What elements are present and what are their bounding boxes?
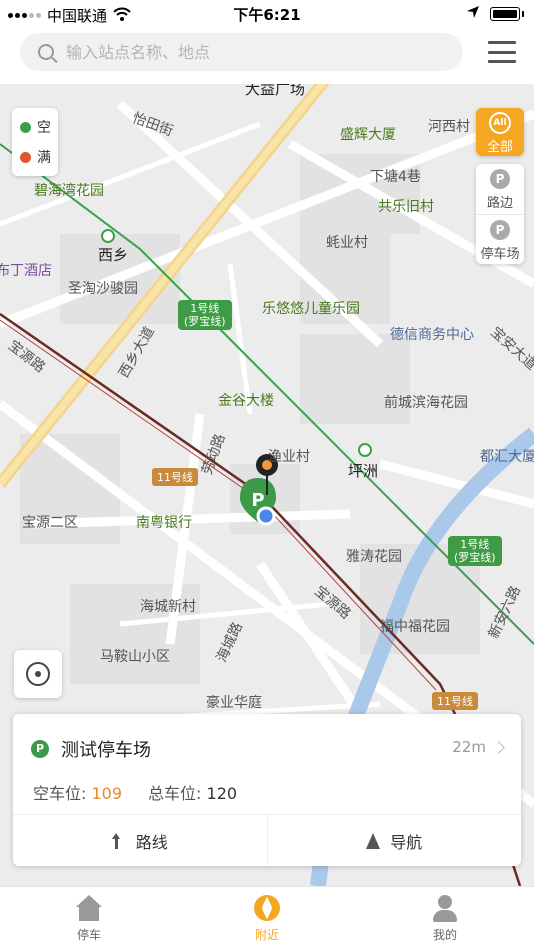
route-button[interactable]: 路线 — [13, 815, 267, 866]
status-right — [466, 5, 524, 23]
parking-icon: P — [490, 220, 510, 240]
distance-value: 22m — [452, 738, 486, 756]
menu-icon[interactable] — [488, 41, 516, 63]
search-input[interactable] — [66, 42, 426, 62]
legend-item-full: 满 — [12, 142, 58, 172]
map-place: 圣淘沙骏园 — [68, 281, 138, 297]
map-place: 渔业村 — [268, 449, 310, 465]
filter-all-button[interactable]: All 全部 — [476, 108, 524, 156]
free-label: 空车位: — [33, 784, 87, 803]
locate-me-button[interactable] — [14, 650, 62, 698]
map-place: 大益广场 — [245, 84, 306, 98]
map-place: 蚝业村 — [326, 235, 368, 251]
user-location — [256, 506, 276, 526]
map-place: 马鞍山小区 — [100, 649, 170, 665]
parking-info-card[interactable]: P 测试停车场 22m 空车位: 109 总车位: 120 路线 导航 — [13, 714, 521, 866]
metro-line11-tag: 11号线 — [152, 468, 198, 486]
filter-roadside-label: 路边 — [486, 196, 513, 211]
filter-all-label: 全部 — [486, 140, 513, 155]
filter-roadside-button[interactable]: P 路边 — [476, 164, 524, 214]
total-spaces: 总车位: 120 — [148, 780, 237, 804]
filter-lot-button[interactable]: P 停车场 — [476, 214, 524, 264]
legend-label: 空 — [37, 120, 51, 136]
map-place: 西乡 — [98, 246, 129, 264]
map-place: 共乐旧村 — [378, 199, 434, 215]
legend-item-free: 空 — [12, 112, 58, 142]
map-place: 豪业华庭 — [206, 695, 262, 711]
map-place: 河西村 — [428, 119, 470, 135]
map-place: 宝源二区 — [22, 515, 78, 531]
status-time: 下午6:21 — [233, 6, 301, 24]
free-spaces: 空车位: 109 — [33, 780, 122, 804]
chevron-right-icon — [492, 740, 505, 754]
map-place: 金谷大楼 — [218, 393, 274, 409]
map-place: 坪洲 — [348, 462, 379, 480]
map-place: 前城滨海花园 — [384, 395, 468, 411]
search-icon — [38, 44, 54, 60]
tab-nearby[interactable]: 附近 — [178, 887, 356, 950]
tab-label: 我的 — [432, 928, 457, 942]
distance-link[interactable]: 22m — [452, 738, 505, 756]
filter-group: P 路边 P 停车场 — [476, 164, 524, 264]
map-place: 都汇大厦 — [480, 449, 534, 465]
search-bar[interactable] — [20, 33, 463, 71]
navigation-arrow-icon — [366, 832, 381, 849]
battery-icon — [490, 7, 520, 21]
battery-tip — [522, 11, 524, 17]
metro-line11-tag: 11号线 — [432, 692, 478, 710]
map-place: 下塘4巷 — [370, 169, 421, 185]
user-icon — [430, 895, 460, 923]
metro-line1-tag: 1号线 (罗宝线) — [178, 300, 232, 330]
bottom-tab-bar: 停车 附近 我的 — [0, 886, 534, 950]
map-place: 海城新村 — [140, 599, 196, 615]
map-place: 碧海湾花园 — [34, 183, 104, 199]
route-label: 路线 — [135, 832, 168, 852]
navigate-label: 导航 — [390, 832, 423, 852]
free-value: 109 — [91, 784, 123, 803]
card-header: P 测试停车场 — [31, 736, 151, 762]
tab-mine[interactable]: 我的 — [356, 887, 534, 950]
navigate-button[interactable]: 导航 — [266, 815, 522, 866]
locate-dot — [35, 671, 41, 677]
card-actions: 路线 导航 — [13, 814, 521, 866]
map-place: 南粤银行 — [136, 515, 192, 531]
tab-parking[interactable]: 停车 — [0, 887, 178, 950]
parking-icon: P — [31, 740, 49, 758]
map-place: 福中福花园 — [380, 619, 450, 635]
legend-label: 满 — [37, 150, 51, 166]
home-icon — [74, 895, 104, 923]
all-badge: All — [489, 112, 511, 134]
parking-name: 测试停车场 — [61, 740, 151, 761]
availability-legend: 空 满 — [12, 108, 58, 176]
map-place: 布丁酒店 — [0, 263, 52, 279]
search-header — [0, 28, 534, 84]
map-place: 乐悠悠儿童乐园 — [262, 301, 360, 317]
filter-panel: All 全部 P 路边 P 停车场 — [476, 108, 524, 264]
metro-line1-tag: 1号线 (罗宝线) — [448, 536, 502, 566]
map-place: 德信商务中心 — [390, 327, 474, 343]
map-place: 盛辉大厦 — [340, 127, 396, 143]
parking-icon: P — [490, 169, 510, 189]
red-dot-icon — [20, 151, 31, 163]
card-stats: 空车位: 109 总车位: 120 — [33, 780, 237, 804]
tab-label: 停车 — [76, 928, 101, 942]
status-bar: 中国联通 下午6:21 — [0, 0, 534, 28]
total-value: 120 — [206, 784, 238, 803]
filter-lot-label: 停车场 — [480, 247, 520, 262]
route-icon — [111, 832, 126, 849]
map-place: 雅涛花园 — [346, 549, 402, 565]
tab-label: 附近 — [254, 928, 279, 942]
total-label: 总车位: — [148, 784, 202, 803]
location-arrow-icon — [466, 5, 480, 23]
green-dot-icon — [20, 121, 31, 133]
compass-icon — [252, 895, 282, 923]
